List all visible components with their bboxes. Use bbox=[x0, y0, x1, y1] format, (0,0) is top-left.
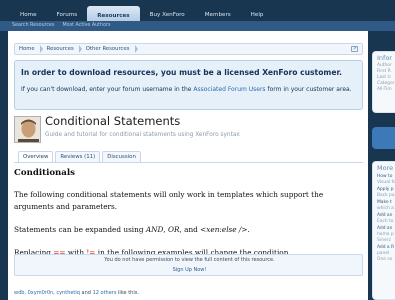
more-item-desc: Visual fo bbox=[377, 180, 395, 185]
tab-overview[interactable]: Overview bbox=[18, 151, 54, 162]
more-item[interactable]: Make t bbox=[373, 198, 395, 205]
permission-text: You do not have permission to view the f… bbox=[104, 257, 275, 263]
p2-else: <xen:else /> bbox=[200, 225, 248, 234]
jump-menu-icon[interactable]: ↗ bbox=[351, 46, 358, 52]
likes-summary: wdb, 0xym0r0n, cynthetiq and 12 others l… bbox=[14, 290, 139, 296]
resource-title: Conditional Statements bbox=[45, 114, 181, 128]
more-item-desc: One so bbox=[377, 257, 393, 262]
p2-or: OR bbox=[168, 225, 180, 234]
notice-text-after: form in your customer area. bbox=[265, 86, 352, 93]
tab-divider bbox=[14, 162, 363, 163]
tab-discussion[interactable]: Discussion bbox=[102, 151, 141, 162]
breadcrumb-resources[interactable]: Resources bbox=[43, 44, 82, 54]
more-item-desc: home p bbox=[377, 232, 394, 237]
notice-title: In order to download resources, you must… bbox=[21, 68, 343, 77]
main-content: Home Resources Other Resources ↗ In orde… bbox=[8, 31, 368, 300]
breadcrumb-other-resources[interactable]: Other Resources bbox=[82, 44, 138, 54]
breadcrumb: Home Resources Other Resources ↗ bbox=[14, 43, 363, 55]
sub-navigation: Search Resources Most Active Authors bbox=[0, 21, 395, 31]
breadcrumb-home[interactable]: Home bbox=[15, 44, 43, 54]
p2-and: AND bbox=[145, 225, 164, 234]
more-item-desc: Each to bbox=[377, 219, 394, 224]
likes-suffix: like this. bbox=[116, 290, 139, 296]
content-paragraph-2: Statements can be expanded using AND, OR… bbox=[14, 225, 360, 234]
notice-text-before: If you can't download, enter your forum … bbox=[21, 86, 194, 93]
likers-link[interactable]: wdb, 0xym0r0n, cynthetiq bbox=[14, 290, 80, 296]
more-item[interactable]: Add an bbox=[373, 224, 395, 231]
more-item[interactable]: Apply p bbox=[373, 185, 395, 192]
info-line: All-Tim bbox=[377, 87, 392, 92]
more-heading: More bbox=[377, 164, 394, 172]
resource-tabs: Overview Reviews (11) Discussion bbox=[18, 151, 141, 162]
more-item-desc: which a bbox=[377, 206, 394, 211]
top-navigation: Home Forums Resources Buy XenForo Member… bbox=[0, 0, 395, 31]
tab-reviews[interactable]: Reviews (11) bbox=[55, 151, 101, 162]
resource-info-block: Infor Author First R Last U Categor All-… bbox=[372, 51, 395, 113]
associated-forum-users-link[interactable]: Associated Forum Users bbox=[193, 86, 265, 93]
p2-text-c: , and bbox=[179, 225, 201, 234]
info-line: Author bbox=[377, 63, 392, 68]
others-link[interactable]: 12 others bbox=[93, 290, 117, 296]
license-notice: In order to download resources, you must… bbox=[14, 60, 363, 110]
content-paragraph-1: The following conditional statements wil… bbox=[14, 190, 324, 211]
permission-notice: You do not have permission to view the f… bbox=[14, 254, 363, 276]
more-item[interactable]: Add an bbox=[373, 211, 395, 218]
p2-text-a: Statements can be expanded using bbox=[14, 225, 146, 234]
more-item[interactable]: Add a R bbox=[373, 243, 395, 250]
info-line: Categor bbox=[377, 81, 395, 86]
author-avatar[interactable] bbox=[14, 116, 41, 143]
more-item[interactable]: How to bbox=[373, 172, 395, 179]
more-resources-block: More How to Visual fo Apply p Back pa Ma… bbox=[372, 161, 395, 300]
likes-and: and bbox=[79, 290, 93, 296]
download-button[interactable] bbox=[372, 127, 395, 149]
info-heading: Infor bbox=[377, 54, 392, 62]
sign-up-link[interactable]: Sign Up Now! bbox=[15, 267, 364, 273]
most-active-authors-link[interactable]: Most Active Authors bbox=[63, 21, 111, 31]
resource-tagline: Guide and tutorial for conditional state… bbox=[45, 132, 240, 138]
sidebar: Infor Author First R Last U Categor All-… bbox=[372, 31, 395, 300]
content-heading: Conditionals bbox=[14, 168, 75, 178]
search-resources-link[interactable]: Search Resources bbox=[12, 21, 55, 31]
notice-text: If you can't download, enter your forum … bbox=[21, 85, 353, 95]
more-item-desc: Back pa bbox=[377, 193, 395, 198]
p2-text-d: . bbox=[247, 225, 250, 234]
